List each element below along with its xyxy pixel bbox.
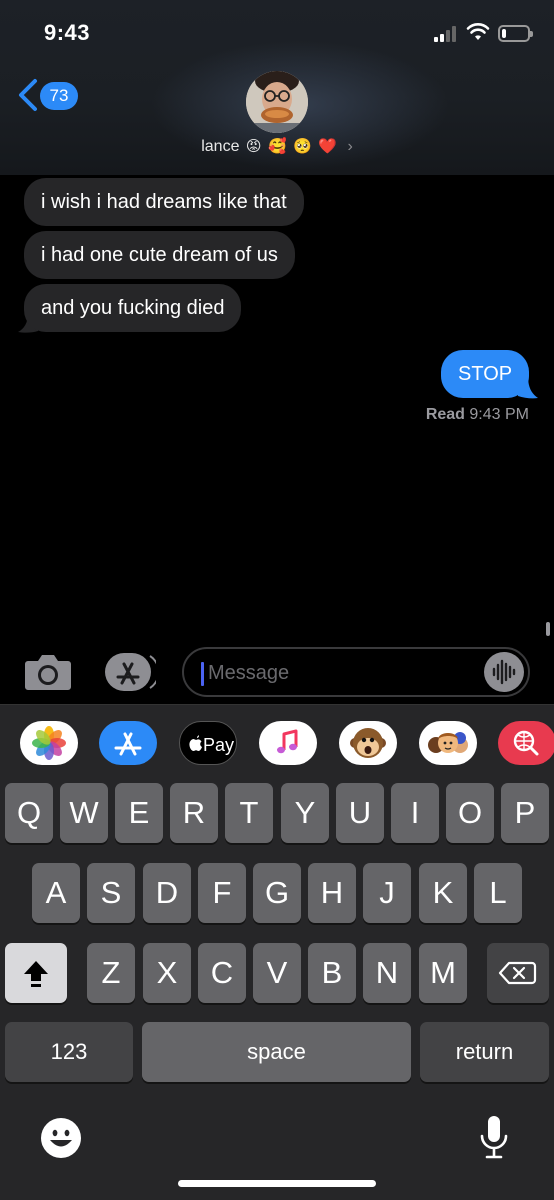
key-p[interactable]: P	[501, 783, 549, 843]
key-u[interactable]: U	[336, 783, 384, 843]
contact-name-row[interactable]: lance 😡 🥰 🥺 ❤️ ›	[0, 137, 554, 156]
contact-avatar[interactable]	[246, 71, 308, 133]
text-caret	[201, 662, 204, 686]
wifi-icon	[466, 23, 490, 40]
shift-key[interactable]	[5, 943, 67, 1003]
photos-icon	[32, 726, 66, 760]
numbers-key[interactable]: 123	[5, 1022, 133, 1082]
read-receipt: Read 9:43 PM	[426, 406, 529, 424]
animoji-app-button[interactable]	[339, 721, 397, 765]
status-time: 9:43	[44, 20, 91, 45]
shift-arrow-icon	[24, 961, 48, 987]
pleading-emoji-icon: 🥺	[293, 137, 312, 155]
key-l[interactable]: L	[474, 863, 522, 923]
waveform-icon	[492, 659, 516, 685]
app-store-icon[interactable]	[104, 652, 156, 692]
memoji-group-icon	[428, 732, 468, 753]
app-store-app-button[interactable]	[99, 721, 157, 765]
key-c[interactable]: C	[198, 943, 246, 1003]
cellular-signal-icon	[434, 26, 460, 42]
memoji-stickers-button[interactable]	[419, 721, 477, 765]
message-bubble-outgoing[interactable]: STOP	[441, 350, 529, 398]
app-drawer: Pay	[0, 704, 554, 780]
chevron-right-icon: ›	[347, 138, 353, 155]
key-k[interactable]: K	[419, 863, 467, 923]
emoji-keyboard-icon[interactable]	[40, 1117, 82, 1159]
read-label: Read	[425, 406, 465, 423]
web-search-icon	[513, 730, 539, 756]
contact-name: lance	[201, 138, 240, 155]
key-h[interactable]: H	[308, 863, 356, 923]
key-z[interactable]: Z	[87, 943, 135, 1003]
home-indicator[interactable]	[178, 1180, 376, 1187]
monkey-memoji-icon	[350, 728, 386, 758]
backspace-icon	[498, 961, 537, 985]
return-key[interactable]: return	[420, 1022, 549, 1082]
key-q[interactable]: Q	[5, 783, 53, 843]
message-input[interactable]: Message	[182, 647, 530, 697]
key-s[interactable]: S	[87, 863, 135, 923]
key-o[interactable]: O	[446, 783, 494, 843]
read-time: 9:43 PM	[469, 406, 529, 423]
key-x[interactable]: X	[143, 943, 191, 1003]
audio-message-button[interactable]	[484, 652, 524, 692]
space-key[interactable]: space	[142, 1022, 411, 1082]
app-store-icon	[114, 732, 142, 756]
key-y[interactable]: Y	[281, 783, 329, 843]
apple-pay-button[interactable]: Pay	[179, 721, 237, 765]
key-d[interactable]: D	[143, 863, 191, 923]
key-v[interactable]: V	[253, 943, 301, 1003]
message-bubble-incoming[interactable]: i had one cute dream of us	[24, 231, 295, 279]
music-app-button[interactable]	[259, 721, 317, 765]
camera-icon[interactable]	[24, 653, 72, 691]
battery-icon	[498, 25, 533, 42]
key-n[interactable]: N	[363, 943, 411, 1003]
message-placeholder: Message	[208, 662, 290, 684]
dictation-microphone-icon[interactable]	[478, 1114, 510, 1162]
key-r[interactable]: R	[170, 783, 218, 843]
key-t[interactable]: T	[225, 783, 273, 843]
back-chevron-icon[interactable]	[16, 78, 40, 112]
message-bubble-incoming[interactable]: i wish i had dreams like that	[24, 178, 304, 226]
key-w[interactable]: W	[60, 783, 108, 843]
status-bar: 9:43	[0, 0, 554, 62]
key-b[interactable]: B	[308, 943, 356, 1003]
smiling-hearts-emoji-icon: 🥰	[268, 137, 287, 155]
unread-count-badge[interactable]: 73	[40, 82, 78, 110]
key-f[interactable]: F	[198, 863, 246, 923]
apple-pay-icon: Pay	[189, 735, 234, 755]
apple-pay-label: Pay	[203, 735, 234, 755]
photos-app-button[interactable]	[20, 721, 78, 765]
key-e[interactable]: E	[115, 783, 163, 843]
delete-key[interactable]	[487, 943, 549, 1003]
key-i[interactable]: I	[391, 783, 439, 843]
music-icon	[277, 729, 298, 754]
key-j[interactable]: J	[363, 863, 411, 923]
red-heart-emoji-icon: ❤️	[318, 137, 337, 155]
angry-emoji-icon: 😡	[245, 137, 262, 155]
key-a[interactable]: A	[32, 863, 80, 923]
scroll-indicator[interactable]	[546, 622, 550, 636]
key-g[interactable]: G	[253, 863, 301, 923]
avatar-photo-icon	[246, 71, 308, 133]
message-bubble-incoming[interactable]: and you fucking died	[24, 284, 242, 332]
web-search-app-button[interactable]	[498, 721, 554, 765]
key-m[interactable]: M	[419, 943, 467, 1003]
